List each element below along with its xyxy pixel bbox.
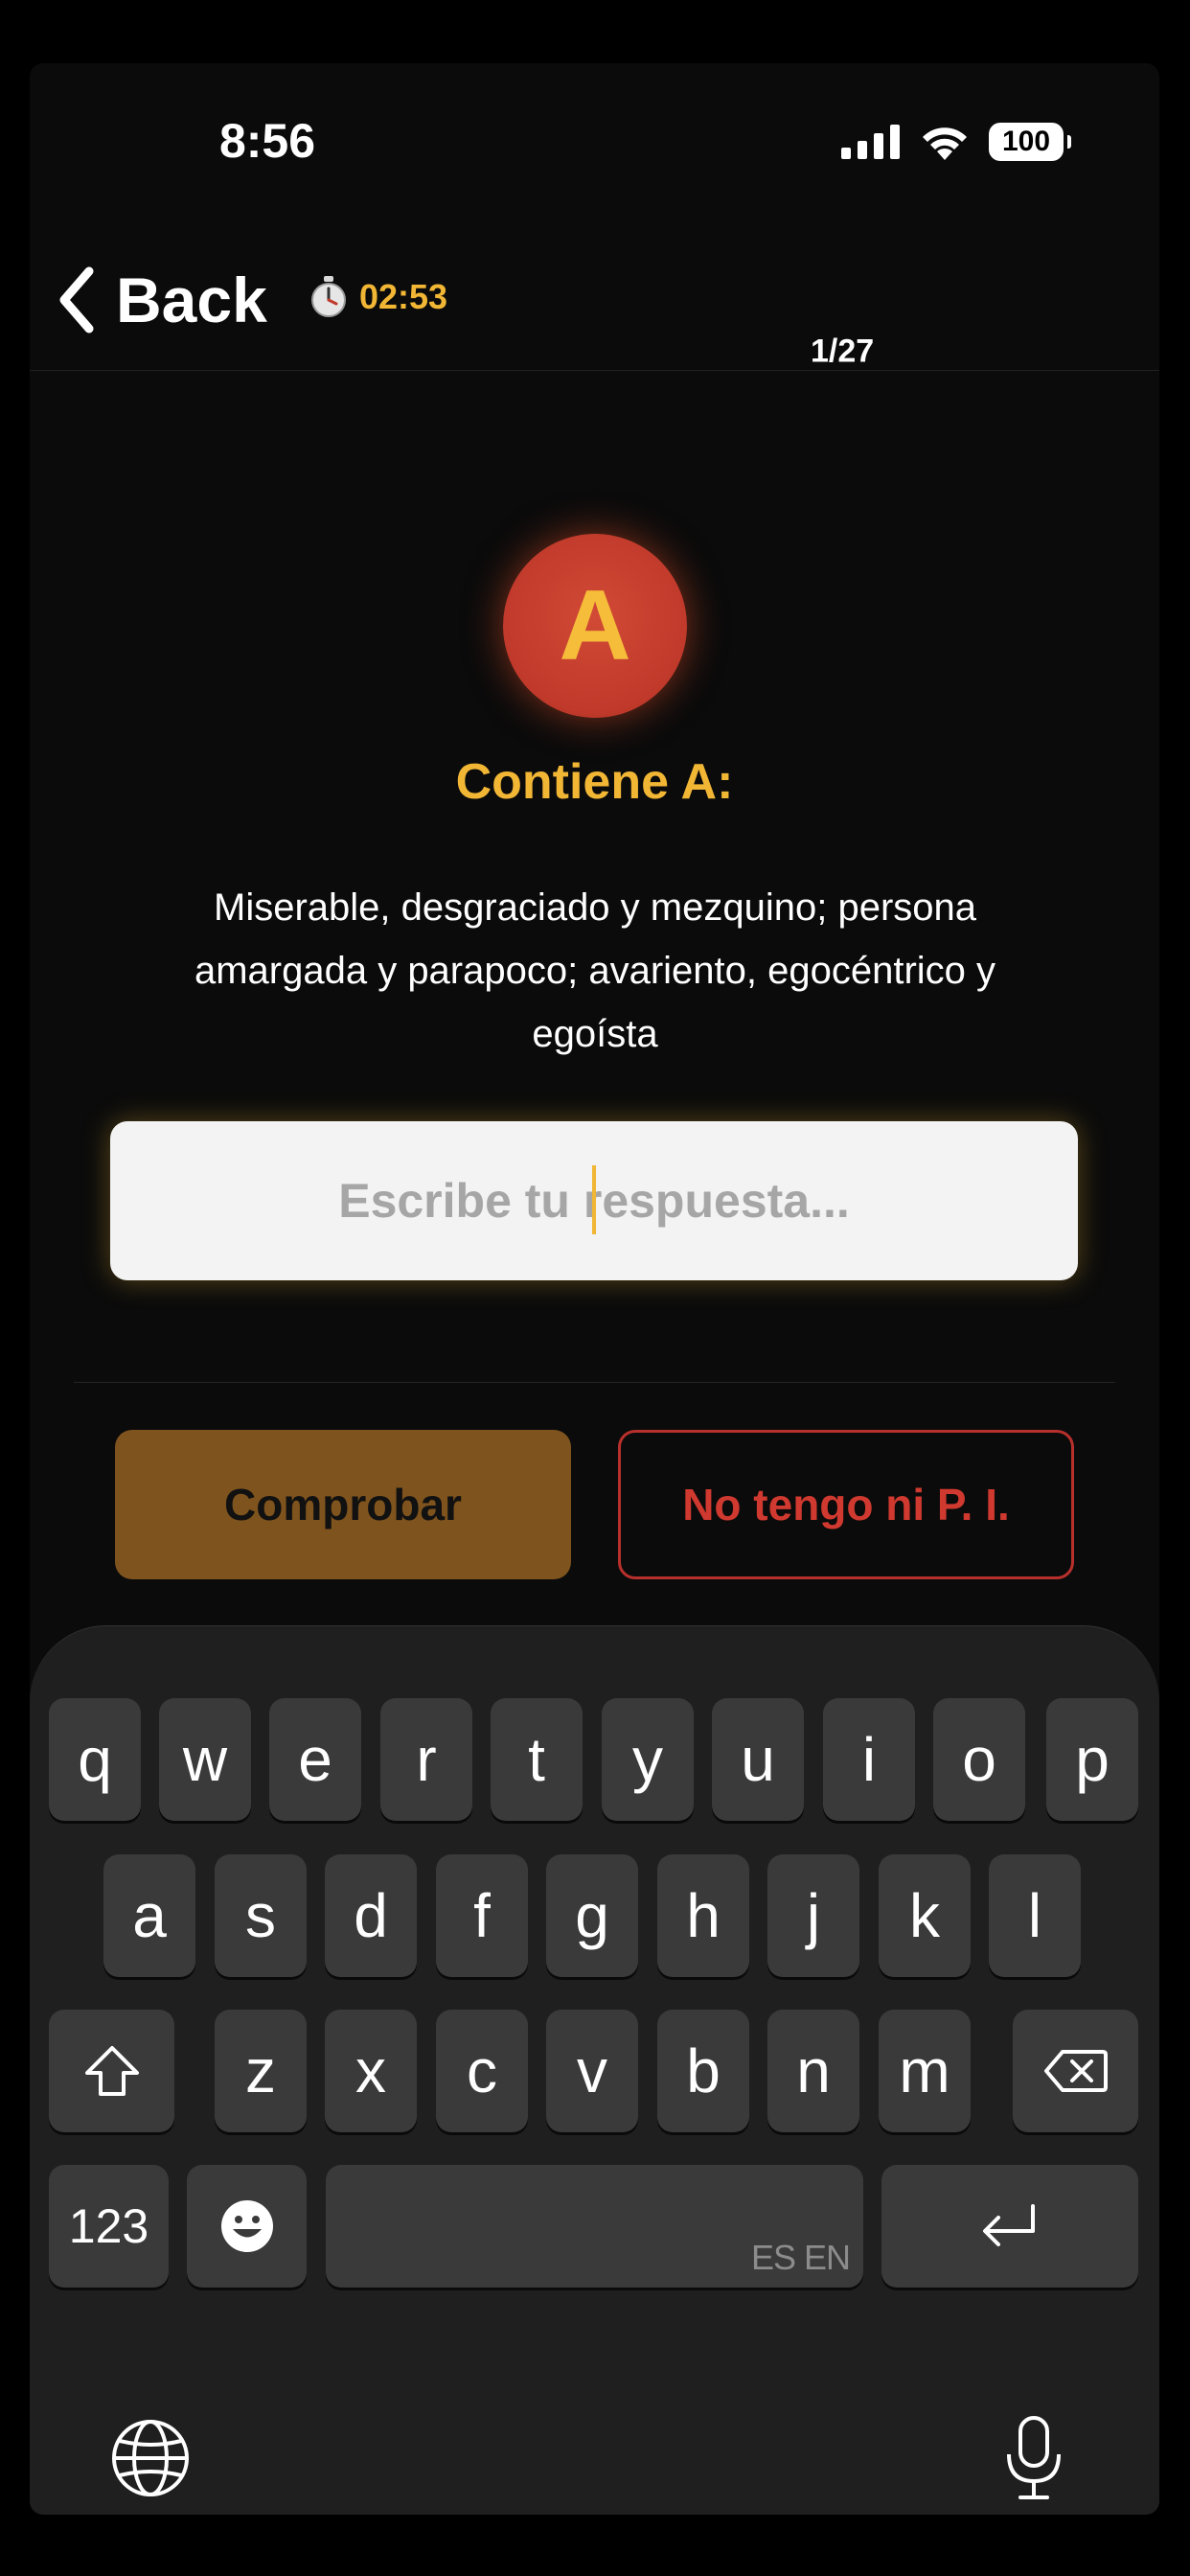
key-o[interactable]: o bbox=[933, 1698, 1025, 1821]
key-e[interactable]: e bbox=[269, 1698, 361, 1821]
key-b[interactable]: b bbox=[657, 2010, 749, 2132]
key-f[interactable]: f bbox=[436, 1854, 528, 1977]
question-counter: 1/27 bbox=[811, 333, 875, 370]
shift-icon bbox=[84, 2046, 139, 2096]
question-definition: Miserable, desgraciado y mezquino; perso… bbox=[194, 886, 996, 1055]
key-v[interactable]: v bbox=[546, 2010, 638, 2132]
timer: 02:53 bbox=[309, 276, 447, 318]
skip-button[interactable]: No tengo ni P. I. bbox=[618, 1430, 1074, 1579]
key-s[interactable]: s bbox=[215, 1854, 307, 1977]
signal-icon bbox=[841, 125, 900, 159]
chevron-left-icon bbox=[59, 266, 94, 334]
key-z[interactable]: z bbox=[215, 2010, 307, 2132]
letter-badge: A bbox=[503, 534, 687, 718]
question-title: Contiene A: bbox=[455, 754, 734, 810]
key-u[interactable]: u bbox=[712, 1698, 804, 1821]
globe-icon bbox=[112, 2420, 189, 2496]
divider bbox=[74, 1382, 1115, 1383]
back-label: Back bbox=[116, 264, 267, 335]
key-j[interactable]: j bbox=[767, 1854, 859, 1977]
key-g[interactable]: g bbox=[546, 1854, 638, 1977]
top-nav: Back 02:53 1/27 bbox=[30, 236, 1159, 371]
key-y[interactable]: y bbox=[602, 1698, 694, 1821]
stopwatch-icon bbox=[311, 276, 346, 317]
on-screen-keyboard: q w e r t y u i o p a s d f g h j k l z … bbox=[30, 1625, 1159, 2515]
space-key[interactable]: ES EN bbox=[326, 2165, 863, 2288]
key-l[interactable]: l bbox=[989, 1854, 1081, 1977]
text-cursor bbox=[592, 1165, 596, 1234]
microphone-icon bbox=[1007, 2416, 1061, 2499]
emoji-icon bbox=[220, 2200, 273, 2252]
back-button[interactable]: Back bbox=[57, 264, 267, 335]
key-r[interactable]: r bbox=[380, 1698, 472, 1821]
screen: 8:56 100 Back 02:53 1/27 A Contiene A: M… bbox=[30, 63, 1159, 2515]
key-i[interactable]: i bbox=[823, 1698, 915, 1821]
key-p[interactable]: p bbox=[1046, 1698, 1138, 1821]
key-m[interactable]: m bbox=[879, 2010, 971, 2132]
key-q[interactable]: q bbox=[49, 1698, 141, 1821]
key-h[interactable]: h bbox=[657, 1854, 749, 1977]
key-w[interactable]: w bbox=[159, 1698, 251, 1821]
key-n[interactable]: n bbox=[767, 2010, 859, 2132]
timer-value: 02:53 bbox=[359, 277, 448, 316]
key-a[interactable]: a bbox=[103, 1854, 195, 1977]
key-t[interactable]: t bbox=[491, 1698, 583, 1821]
wifi-icon bbox=[923, 127, 967, 160]
return-icon bbox=[983, 2204, 1035, 2246]
key-k[interactable]: k bbox=[879, 1854, 971, 1977]
globe-button[interactable] bbox=[110, 2418, 191, 2503]
key-d[interactable]: d bbox=[325, 1854, 417, 1977]
key-c[interactable]: c bbox=[436, 2010, 528, 2132]
dictation-button[interactable] bbox=[1003, 2414, 1064, 2507]
status-icons: 100 bbox=[841, 121, 1071, 163]
keyboard-language-hint: ES EN bbox=[750, 2238, 851, 2277]
delete-icon bbox=[1043, 2050, 1108, 2092]
check-button[interactable]: Comprobar bbox=[115, 1430, 571, 1579]
emoji-key[interactable] bbox=[187, 2165, 307, 2288]
battery-indicator: 100 bbox=[989, 123, 1071, 161]
shift-key[interactable] bbox=[49, 2010, 174, 2132]
status-time: 8:56 bbox=[218, 114, 316, 168]
numbers-key[interactable]: 123 bbox=[49, 2165, 169, 2288]
delete-key[interactable] bbox=[1013, 2010, 1138, 2132]
return-key[interactable] bbox=[881, 2165, 1138, 2288]
key-x[interactable]: x bbox=[325, 2010, 417, 2132]
